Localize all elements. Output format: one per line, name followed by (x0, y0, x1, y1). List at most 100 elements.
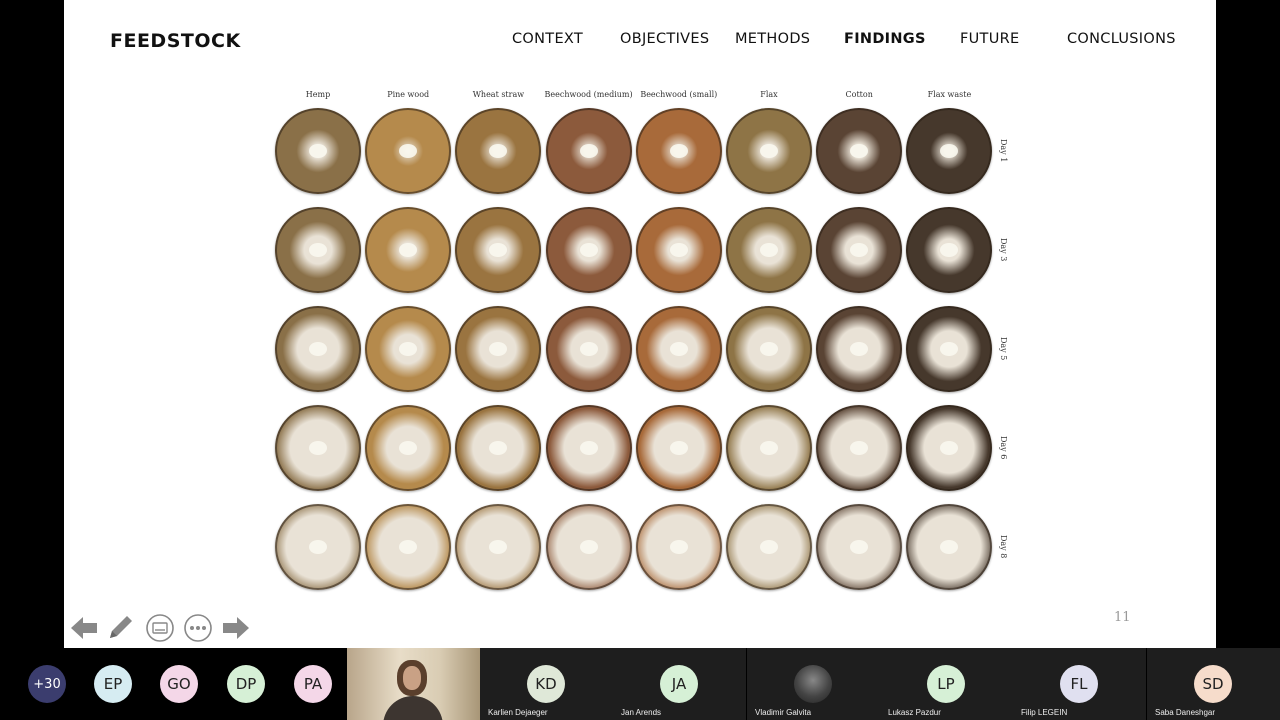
speaker-video-tile[interactable] (347, 648, 480, 720)
participant-avatar[interactable]: DP (227, 665, 265, 703)
participant-tile[interactable]: Vladimir Galvita (747, 648, 880, 720)
subtitles-icon (146, 614, 174, 642)
participant-avatar: JA (660, 665, 698, 703)
participant-tile[interactable]: JA Jan Arends (613, 648, 746, 720)
participant-tile[interactable]: KD Karlien Dejaeger (480, 648, 613, 720)
petri-dish (275, 108, 361, 194)
mycelium-spot (850, 342, 869, 356)
mycelium-spot (579, 243, 598, 257)
participant-avatar[interactable]: PA (294, 665, 332, 703)
petri-dish (906, 504, 993, 590)
petri-dish (545, 108, 632, 194)
petri-dish (365, 504, 452, 590)
subtitles-button[interactable] (144, 612, 176, 644)
mycelium-spot (940, 342, 959, 356)
mycelium-spot (760, 342, 778, 356)
participant-tile[interactable]: LP Lukasz Pazdur (880, 648, 1013, 720)
mycelium-spot (669, 441, 688, 455)
brand-title: FEEDSTOCK (110, 30, 241, 52)
petri-dish (365, 405, 452, 491)
more-options-icon (184, 614, 212, 642)
petri-dish (275, 405, 361, 491)
more-participants-badge[interactable]: +30 (28, 665, 66, 703)
nav-methods[interactable]: METHODS (735, 31, 810, 47)
nav-future[interactable]: FUTURE (960, 31, 1019, 47)
participant-photo-avatar (794, 665, 832, 703)
mycelium-spot (850, 441, 869, 455)
participant-avatar: FL (1060, 665, 1098, 703)
petri-dish (906, 405, 993, 491)
page-number: 11 (1114, 610, 1131, 625)
presentation-slide: FEEDSTOCK CONTEXT OBJECTIVES METHODS FIN… (64, 0, 1216, 648)
mycelium-spot (399, 144, 418, 158)
petri-dish (816, 108, 903, 194)
mycelium-spot (309, 243, 327, 257)
mycelium-spot (489, 441, 508, 455)
mycelium-spot (669, 243, 688, 257)
speaker-body (383, 696, 443, 720)
participant-name: Filip LEGEIN (1021, 708, 1068, 717)
participant-name: Vladimir Galvita (755, 708, 812, 717)
petri-dish (455, 207, 542, 293)
petri-dish (455, 405, 542, 491)
mycelium-spot (399, 342, 418, 356)
pen-icon (110, 616, 132, 638)
nav-conclusions[interactable]: CONCLUSIONS (1067, 31, 1176, 47)
participant-avatar: KD (527, 665, 565, 703)
mycelium-spot (489, 144, 508, 158)
participant-avatar[interactable]: GO (160, 665, 198, 703)
mycelium-spot (579, 540, 598, 554)
petri-dish (726, 504, 812, 590)
mycelium-spot (579, 342, 598, 356)
petri-dish (726, 405, 812, 491)
petri-dish (816, 504, 903, 590)
petri-dish (275, 306, 361, 392)
mycelium-spot (579, 441, 598, 455)
mycelium-spot (760, 243, 778, 257)
participant-avatar: SD (1194, 665, 1232, 703)
mycelium-spot (309, 540, 327, 554)
nav-findings[interactable]: FINDINGS (844, 31, 926, 47)
more-options-button[interactable] (182, 612, 214, 644)
petri-dish (635, 306, 722, 392)
mycelium-spot (399, 441, 418, 455)
petri-dish (545, 405, 632, 491)
mycelium-spot (579, 144, 598, 158)
petri-dish (726, 306, 812, 392)
mycelium-spot (940, 540, 959, 554)
speaker-face (403, 666, 421, 690)
petri-dish (635, 108, 722, 194)
mycelium-spot (760, 441, 778, 455)
petri-dish (726, 108, 812, 194)
column-label: Flax waste (927, 90, 972, 99)
petri-dish (365, 207, 452, 293)
participant-avatar[interactable]: EP (94, 665, 132, 703)
previous-slide-button[interactable] (68, 612, 100, 644)
next-slide-button[interactable] (220, 612, 252, 644)
petri-dish (365, 306, 452, 392)
petri-dish (906, 207, 993, 293)
participant-avatar: LP (927, 665, 965, 703)
pen-button[interactable] (104, 612, 136, 644)
mycelium-spot (669, 540, 688, 554)
mycelium-spot (669, 144, 688, 158)
mycelium-spot (940, 441, 959, 455)
petri-dish (816, 207, 903, 293)
nav-context[interactable]: CONTEXT (512, 31, 583, 47)
participant-tile[interactable]: SD Saba Daneshgar (1147, 648, 1280, 720)
petri-dish (455, 108, 542, 194)
participant-name: Saba Daneshgar (1155, 708, 1216, 717)
petri-dish (455, 306, 542, 392)
petri-dish (906, 108, 993, 194)
mycelium-spot (489, 243, 508, 257)
petri-dish (365, 108, 452, 194)
petri-dish (275, 207, 361, 293)
petri-dish (906, 306, 993, 392)
nav-objectives[interactable]: OBJECTIVES (620, 31, 709, 47)
participant-name: Jan Arends (621, 708, 662, 717)
participant-tile[interactable]: FL Filip LEGEIN (1013, 648, 1146, 720)
petri-dish (635, 207, 722, 293)
petri-dish (635, 405, 722, 491)
participant-name: Lukasz Pazdur (888, 708, 941, 717)
petri-dish (635, 504, 722, 590)
